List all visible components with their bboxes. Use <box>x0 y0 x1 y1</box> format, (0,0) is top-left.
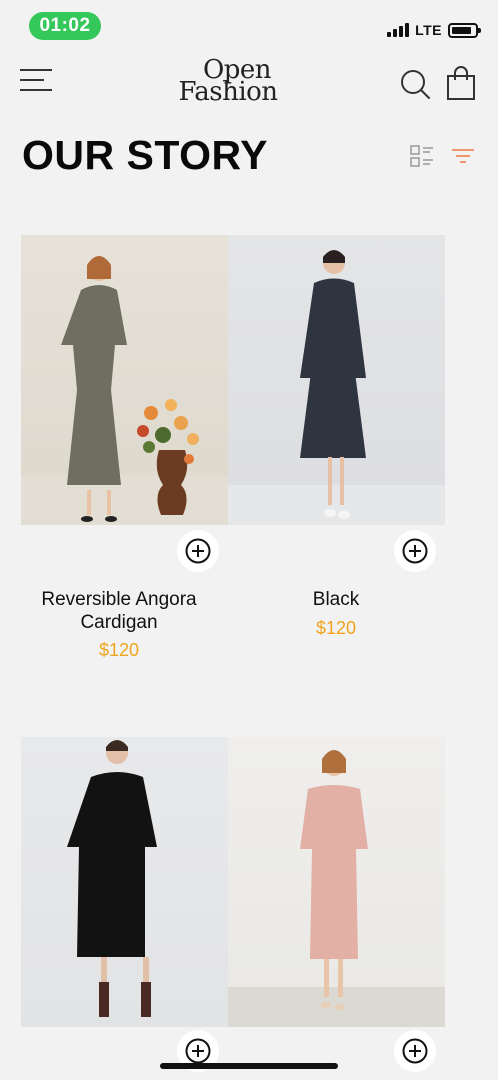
battery-icon <box>448 22 481 38</box>
plus-circle-icon <box>185 1038 211 1064</box>
product-photo-3 <box>67 740 157 1017</box>
product-image-4[interactable] <box>228 737 445 1027</box>
list-view-icon[interactable] <box>410 144 436 168</box>
filter-icon[interactable] <box>450 146 476 166</box>
page-title: OUR STORY <box>22 132 268 178</box>
hamburger-menu-icon[interactable] <box>20 69 56 95</box>
status-time: 01:02 <box>29 12 101 40</box>
product-price-2: $120 <box>315 618 357 638</box>
shopping-bag-icon[interactable] <box>444 65 478 101</box>
app-header: Open Fashion <box>0 55 498 115</box>
network-label: LTE <box>415 22 442 38</box>
plus-circle-icon <box>185 538 211 564</box>
search-icon[interactable] <box>398 67 432 101</box>
add-to-cart-button-2[interactable] <box>394 530 436 572</box>
signal-icon <box>387 23 410 37</box>
product-image-2[interactable] <box>228 235 445 525</box>
product-price-1: $120 <box>98 640 140 660</box>
product-name-1[interactable]: Reversible Angora Cardigan <box>21 588 217 634</box>
product-photo-2 <box>228 250 445 525</box>
product-photo-1 <box>21 256 228 525</box>
status-bar: 01:02 LTE <box>0 0 498 50</box>
plus-circle-icon <box>402 538 428 564</box>
product-name-2[interactable]: Black <box>238 588 434 611</box>
product-photo-4 <box>228 750 445 1027</box>
plus-circle-icon <box>402 1038 428 1064</box>
product-image-3[interactable] <box>21 737 228 1027</box>
home-indicator[interactable] <box>160 1063 338 1069</box>
product-image-1[interactable] <box>21 235 228 525</box>
logo-line-2: Fashion <box>178 77 278 107</box>
status-indicators: LTE <box>387 22 481 38</box>
brand-logo[interactable]: Open Fashion <box>168 57 288 107</box>
add-to-cart-button-1[interactable] <box>177 530 219 572</box>
add-to-cart-button-4[interactable] <box>394 1030 436 1072</box>
